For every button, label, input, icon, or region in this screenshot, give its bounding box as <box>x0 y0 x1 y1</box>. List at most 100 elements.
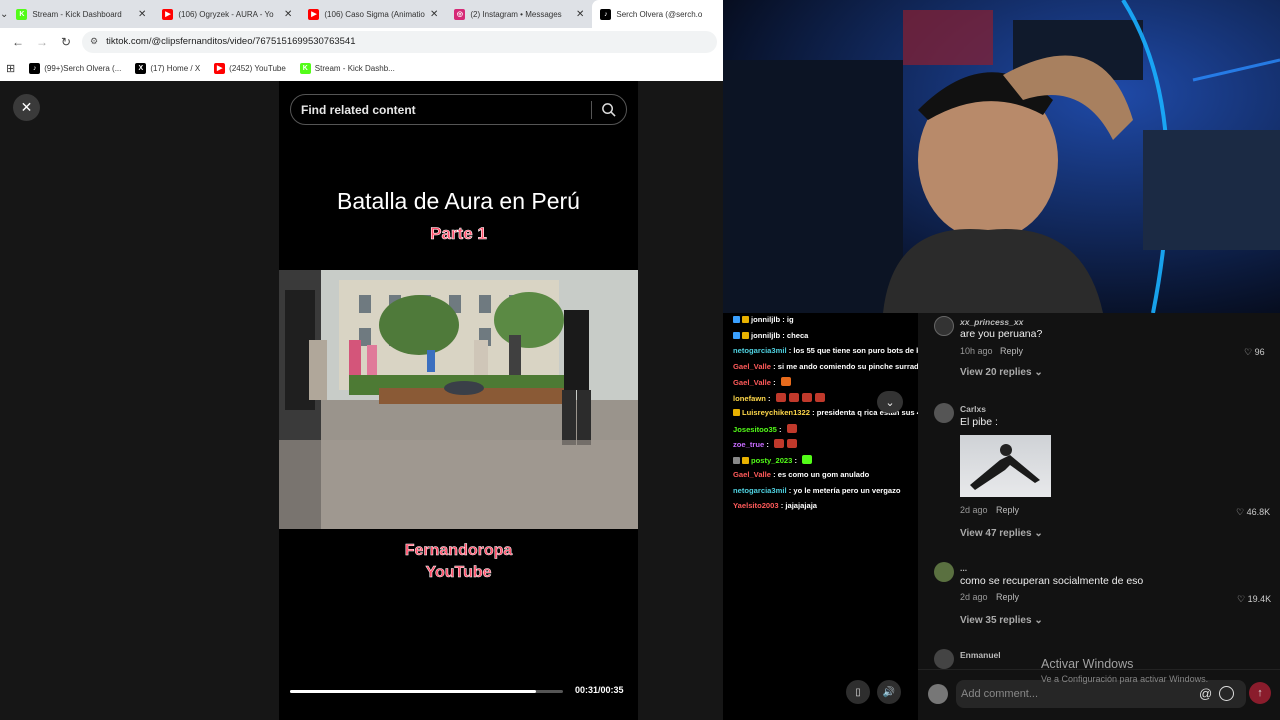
tab-search-icon[interactable]: ⌄ <box>0 0 8 28</box>
mobile-icon[interactable]: ▯ <box>846 680 870 704</box>
chat-username[interactable]: Gael_Valle <box>733 378 771 387</box>
video-time: 00:31/00:35 <box>575 685 624 695</box>
chat-message: posty_2023 : <box>733 454 813 465</box>
chat-emote-icon <box>773 439 784 448</box>
chat-username[interactable]: netogarcia3mil <box>733 486 787 495</box>
close-icon[interactable]: ✕ <box>13 94 40 121</box>
view-replies-button[interactable]: View 35 replies ⌄ <box>960 615 1043 626</box>
at-icon[interactable]: @ <box>1199 686 1212 701</box>
chat-username[interactable]: jonniljlb <box>751 315 780 324</box>
forward-icon[interactable]: → <box>30 35 54 49</box>
reply-button[interactable]: Reply <box>996 592 1019 602</box>
url-field[interactable]: ⚙ tiktok.com/@clipsfernanditos/video/767… <box>82 30 717 53</box>
browser-tab[interactable]: ▶ (106) Ogryzek - AURA - Yo ✕ <box>154 0 300 28</box>
activation-watermark-title: Activar Windows <box>1041 657 1134 671</box>
chat-username[interactable]: Gael_Valle <box>733 470 771 479</box>
view-replies-label: View 20 replies <box>960 367 1032 378</box>
reply-button[interactable]: Reply <box>1000 346 1023 356</box>
progress-bar[interactable] <box>290 690 563 693</box>
comment-image[interactable] <box>960 435 1051 497</box>
video-player[interactable]: Find related content Batalla de Aura en … <box>279 81 638 720</box>
bookmark-item[interactable]: ♪ (99+)Serch Olvera (... <box>29 62 122 74</box>
chat-text: ig <box>786 315 794 324</box>
chat-separator: : <box>765 393 773 403</box>
site-info-icon[interactable]: ⚙ <box>90 36 98 47</box>
video-title: Batalla de Aura en Perú <box>337 188 580 214</box>
chat-username[interactable]: zoe_true <box>733 440 764 449</box>
chat-emote-icon <box>780 377 791 386</box>
browser-tab[interactable]: ▶ (106) Caso Sigma (Animatio ✕ <box>300 0 446 28</box>
chat-separator: : <box>780 330 787 340</box>
chat-text: jajajajaja <box>785 501 818 510</box>
reply-button[interactable]: Reply <box>996 505 1019 515</box>
search-placeholder: Find related content <box>301 102 416 117</box>
bookmark-item[interactable]: K Stream - Kick Dashb... <box>299 62 395 74</box>
chevron-down-icon[interactable]: ⌄ <box>877 391 903 413</box>
tab-close-icon[interactable]: ✕ <box>138 9 146 20</box>
apps-icon[interactable]: ⊞ <box>6 62 15 75</box>
avatar[interactable] <box>934 649 954 669</box>
search-input[interactable]: Find related content <box>290 94 627 125</box>
bookmark-favicon-icon: ♪ <box>29 62 41 74</box>
like-count[interactable]: ♡ 96 <box>1244 347 1265 358</box>
chat-separator: : <box>792 455 800 465</box>
chat-username[interactable]: Josesitoo35 <box>733 425 777 434</box>
bookmark-favicon-icon: ▶ <box>214 62 226 74</box>
avatar[interactable] <box>934 562 954 582</box>
tab-close-icon[interactable]: ✕ <box>430 9 438 20</box>
chat-message: Josesitoo35 : <box>733 423 797 434</box>
chat-username[interactable]: netogarcia3mil <box>733 346 787 355</box>
chat-username[interactable]: Luisreychiken1322 <box>742 408 810 417</box>
tab-close-icon[interactable]: ✕ <box>284 9 292 20</box>
chat-badge-icon <box>742 316 749 323</box>
chat-username[interactable]: posty_2023 <box>751 456 792 465</box>
comment-age: 10h ago <box>960 346 993 356</box>
like-count-value: 96 <box>1254 347 1265 357</box>
comment-author[interactable]: ... <box>960 563 967 573</box>
comment-author[interactable]: Enmanuel <box>960 650 1001 660</box>
like-count[interactable]: ♡ 19.4K <box>1237 594 1271 605</box>
chat-badge-icon <box>742 456 749 464</box>
bookmark-label: (2452) YouTube <box>229 63 286 73</box>
chat-message: netogarcia3mil : los 55 que tiene son pu… <box>733 346 943 355</box>
browser-tab[interactable]: ◎ (2) Instagram • Messages ✕ <box>446 0 592 28</box>
chat-username[interactable]: Gael_Valle <box>733 362 771 371</box>
tab-favicon-icon: K <box>16 8 28 20</box>
chat-text: yo le metería pero un vergazo <box>793 485 901 495</box>
chat-username[interactable]: lonefawn <box>733 394 766 403</box>
bookmark-label: (99+)Serch Olvera (... <box>44 63 122 73</box>
reload-icon[interactable]: ↻ <box>54 35 78 49</box>
chat-emote-icon <box>775 392 786 402</box>
browser-tab[interactable]: K Stream - Kick Dashboard ✕ <box>8 0 154 28</box>
comment-author[interactable]: Carlxs <box>960 404 986 414</box>
chat-separator: : <box>771 361 778 371</box>
emoji-icon[interactable] <box>1219 686 1234 701</box>
avatar[interactable] <box>934 316 954 336</box>
back-icon[interactable]: ← <box>6 35 30 49</box>
activation-watermark-text: Ve a Configuración para activar Windows. <box>1041 674 1209 684</box>
tab-close-icon[interactable]: ✕ <box>576 9 584 20</box>
browser-window: ⌄ K Stream - Kick Dashboard ✕ ▶ (106) Ogryze… <box>0 0 739 81</box>
view-replies-button[interactable]: View 20 replies ⌄ <box>960 367 1043 378</box>
stream-chat: jonniljlb : ig jonniljlb : checa netogarci… <box>723 313 1092 720</box>
bookmark-item[interactable]: ▶ (2452) YouTube <box>214 62 286 74</box>
chat-emote-icon <box>788 392 799 402</box>
chat-username[interactable]: Yaelsito2003 <box>733 501 779 510</box>
browser-tab[interactable]: ♪ Serch Olvera (@serch.o <box>592 0 739 28</box>
chat-badge-icon <box>733 331 740 339</box>
chat-username[interactable]: jonniljlb <box>751 331 780 340</box>
chat-message: zoe_true : <box>733 439 797 449</box>
screen: ⌄ K Stream - Kick Dashboard ✕ ▶ (106) Ogryze… <box>0 0 1280 720</box>
bookmark-item[interactable]: X (17) Home / X <box>135 62 200 74</box>
avatar[interactable] <box>934 403 954 423</box>
view-replies-button[interactable]: View 47 replies ⌄ <box>960 528 1043 539</box>
comment-author[interactable]: xx_princess_xx <box>960 317 1023 327</box>
tab-title: (106) Ogryzek - AURA - Yo <box>178 9 274 19</box>
my-avatar <box>928 684 948 704</box>
arrow-up-icon[interactable]: ↑ <box>1249 682 1271 704</box>
like-count[interactable]: ♡ 46.8K <box>1236 507 1270 518</box>
comment-age: 2d ago <box>960 592 988 602</box>
volume-icon[interactable]: 🔊 <box>877 680 901 704</box>
search-icon[interactable] <box>601 102 616 117</box>
chat-emote-icon <box>802 454 813 464</box>
